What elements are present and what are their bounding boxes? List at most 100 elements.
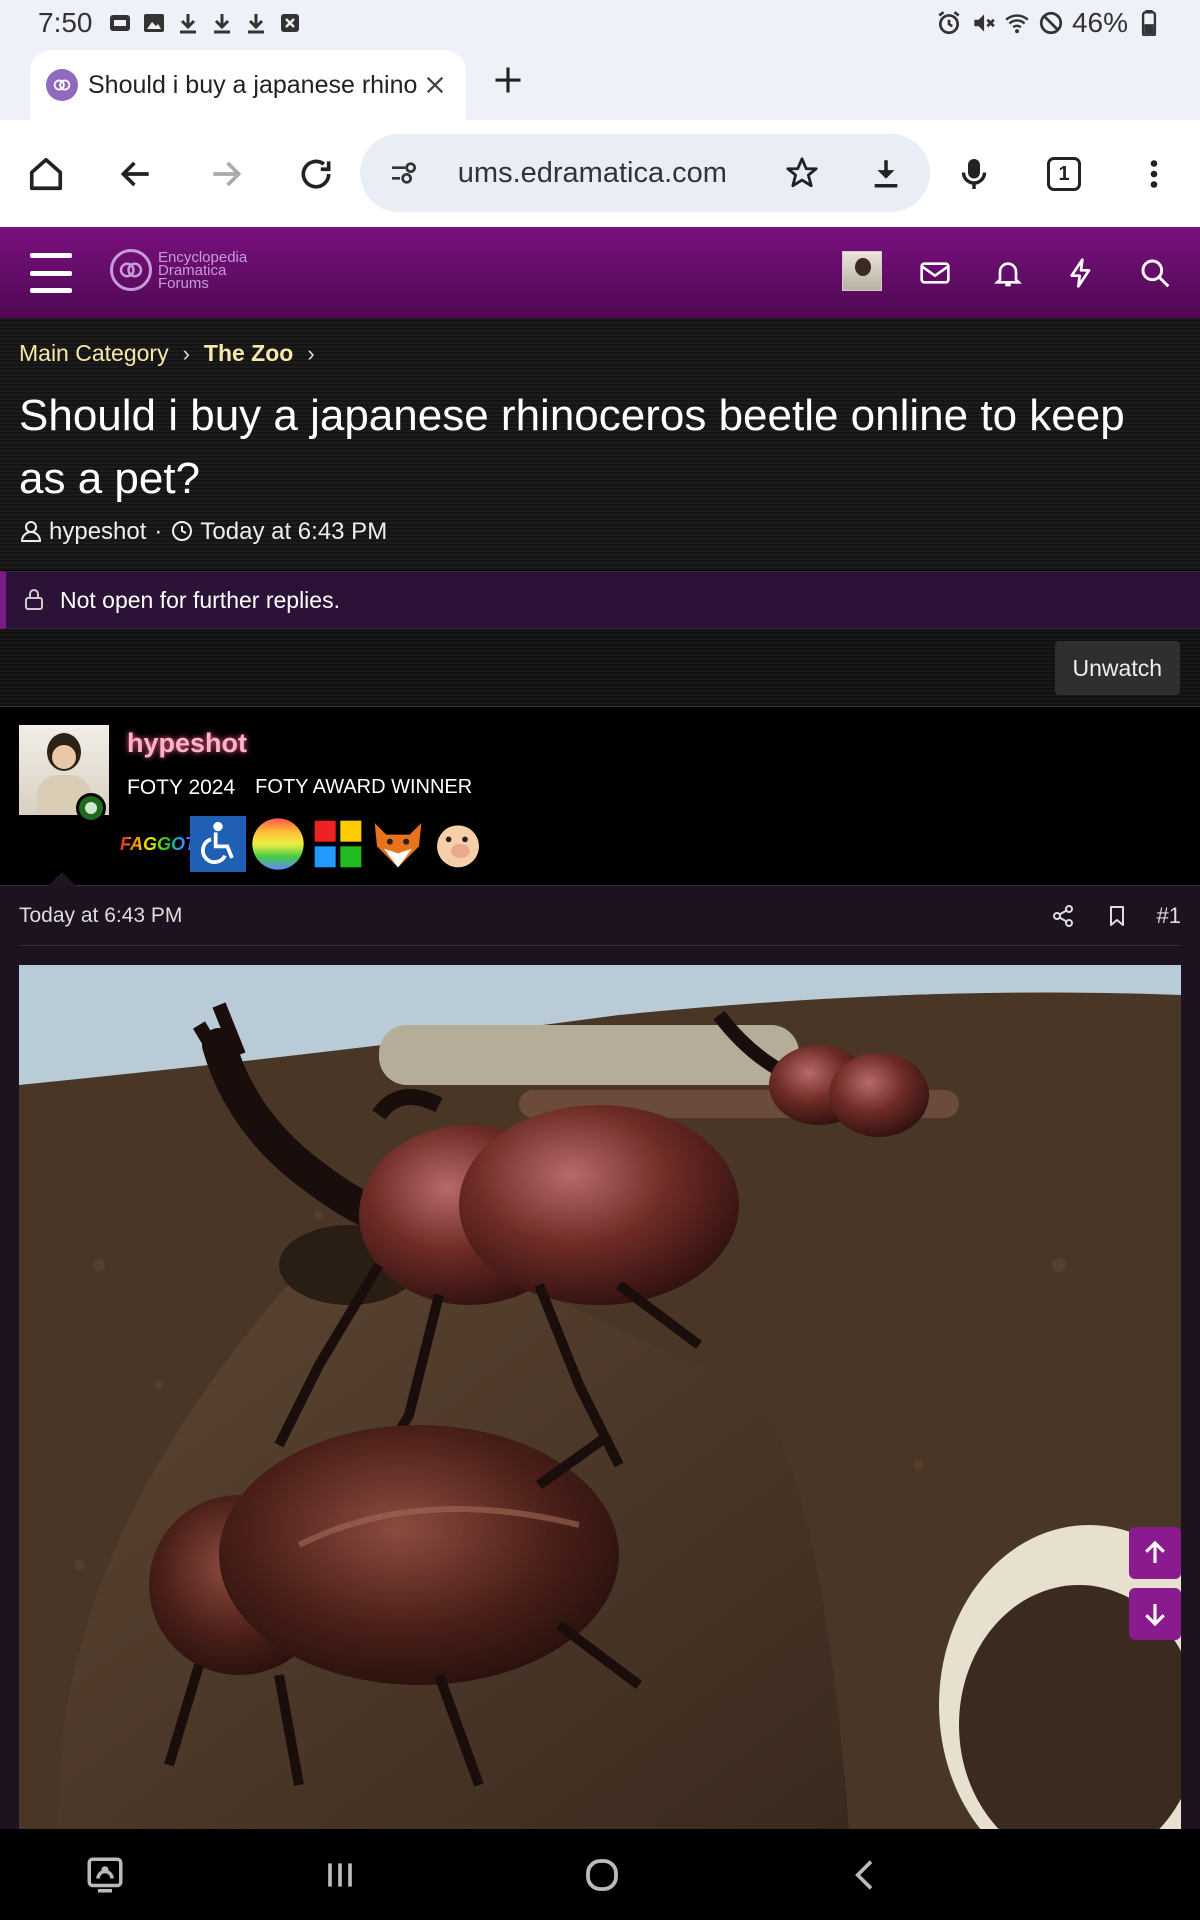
search-icon[interactable] xyxy=(1133,251,1177,295)
site-settings-icon[interactable] xyxy=(382,151,426,195)
arrow-up-icon xyxy=(1145,1540,1165,1563)
reload-button[interactable] xyxy=(290,148,342,200)
screenshot-icon xyxy=(107,10,133,36)
menu-icon[interactable] xyxy=(30,253,72,293)
tab-switcher-button[interactable]: 1 xyxy=(1038,148,1090,200)
tab-title: Should i buy a japanese rhinoceros beetl… xyxy=(88,70,418,99)
tab-count: 1 xyxy=(1047,157,1081,191)
user-banner: FOTY AWARD WINNER xyxy=(255,776,473,798)
voice-search-button[interactable] xyxy=(948,148,1000,200)
post-username[interactable]: hypeshot xyxy=(127,728,247,759)
unwatch-button[interactable]: Unwatch xyxy=(1054,641,1180,695)
locked-notice: Not open for further replies. xyxy=(0,571,1200,629)
home-nav-button[interactable] xyxy=(574,1847,630,1903)
recent-apps-button[interactable] xyxy=(312,1847,368,1903)
site-logo[interactable]: Encyclopedia Dramatica Forums xyxy=(110,249,247,291)
post-actions: #1 xyxy=(1049,902,1181,930)
puzzle-piece-badge-icon xyxy=(310,816,366,872)
rhinoceros-beetles-image xyxy=(19,965,1181,1829)
close-tab-icon[interactable] xyxy=(420,70,450,100)
home-icon xyxy=(29,157,63,191)
user-block-caret xyxy=(48,872,76,886)
screen-share-button[interactable] xyxy=(77,1847,133,1903)
status-bar: 7:50 46% xyxy=(0,0,1200,46)
breadcrumb-main-category[interactable]: Main Category xyxy=(19,340,169,367)
arrow-right-icon xyxy=(213,161,242,187)
thread-author[interactable]: hypeshot xyxy=(49,518,146,546)
forward-button[interactable] xyxy=(200,148,252,200)
post-date[interactable]: Today at 6:43 PM xyxy=(19,904,182,928)
bell-icon[interactable] xyxy=(986,251,1030,295)
arrow-down-icon xyxy=(1145,1604,1165,1627)
plus-icon xyxy=(495,67,521,93)
inbox-icon[interactable] xyxy=(913,251,957,295)
text-badge: FAGGOT xyxy=(120,816,196,872)
lock-icon xyxy=(22,587,48,613)
wifi-icon xyxy=(1004,10,1030,36)
bookmark-star-icon[interactable] xyxy=(780,151,824,195)
share-icon[interactable] xyxy=(1049,902,1077,930)
browser-tab[interactable]: Should i buy a japanese rhinoceros beetl… xyxy=(30,50,466,120)
fox-badge-icon xyxy=(370,816,426,872)
scroll-down-button[interactable] xyxy=(1129,1588,1181,1640)
page-title: Should i buy a japanese rhinoceros beetl… xyxy=(19,391,1125,503)
user-titles: FOTY 2024 FOTY AWARD WINNER xyxy=(127,776,472,800)
thread-meta: hypeshot · Today at 6:43 PM xyxy=(19,518,387,546)
battery-icon xyxy=(1136,10,1162,36)
status-notification-icons xyxy=(107,10,303,36)
screen-share-icon xyxy=(87,1857,123,1893)
download-icon xyxy=(209,10,235,36)
post-number-link[interactable]: #1 xyxy=(1157,903,1181,929)
post: Today at 6:43 PM #1 xyxy=(0,886,1200,1829)
back-chevron-icon xyxy=(855,1860,873,1890)
post-user-block: hypeshot FOTY 2024 FOTY AWARD WINNER FAG… xyxy=(0,708,1200,886)
back-nav-button[interactable] xyxy=(838,1847,894,1903)
image-icon xyxy=(141,10,167,36)
android-nav-bar xyxy=(0,1829,1200,1920)
wheelchair-badge-icon xyxy=(190,816,246,872)
status-time: 7:50 xyxy=(38,7,93,38)
new-tab-button[interactable] xyxy=(488,60,528,100)
status-system-icons: 46% xyxy=(936,7,1162,39)
clock-icon xyxy=(170,519,196,545)
thread-action-row: Unwatch xyxy=(0,629,1200,707)
post-image[interactable] xyxy=(19,965,1181,1829)
account-avatar[interactable] xyxy=(842,251,882,291)
download-page-icon[interactable] xyxy=(864,151,908,195)
back-button[interactable] xyxy=(110,148,162,200)
bookmark-icon[interactable] xyxy=(1103,902,1131,930)
logo-line: Forums xyxy=(158,274,209,292)
url-text[interactable]: ums.edramatica.com xyxy=(458,157,757,190)
lightning-icon[interactable] xyxy=(1059,251,1103,295)
home-button[interactable] xyxy=(20,148,72,200)
rainbow-ball-badge-icon xyxy=(250,816,306,872)
browser-toolbar: ums.edramatica.com 1 xyxy=(0,120,1200,227)
reload-icon xyxy=(301,159,331,189)
do-not-disturb-icon xyxy=(1038,10,1064,36)
user-icon xyxy=(19,519,45,545)
scroll-up-button[interactable] xyxy=(1129,1527,1181,1579)
site-header: Encyclopedia Dramatica Forums xyxy=(0,227,1200,318)
address-bar[interactable]: ums.edramatica.com xyxy=(360,134,930,212)
browser-menu-button[interactable] xyxy=(1128,148,1180,200)
alarm-icon xyxy=(936,10,962,36)
user-badges: FAGGOT xyxy=(120,816,486,872)
thread-date[interactable]: Today at 6:43 PM xyxy=(200,518,387,546)
site-favicon-icon xyxy=(46,69,78,101)
online-status-icon xyxy=(76,793,106,823)
logo-text: Encyclopedia Dramatica Forums xyxy=(158,250,247,292)
home-circle-icon xyxy=(586,1859,618,1891)
battery-percent: 46% xyxy=(1071,7,1128,38)
user-title: FOTY 2024 xyxy=(127,776,236,799)
thread-header: Main Category › The Zoo › Should i buy a… xyxy=(0,318,1200,570)
download-icon xyxy=(175,10,201,36)
mute-icon xyxy=(970,10,996,36)
locked-notice-text: Not open for further replies. xyxy=(60,586,340,613)
meta-separator: · xyxy=(154,518,163,545)
breadcrumb-the-zoo[interactable]: The Zoo xyxy=(204,340,293,367)
breadcrumb: Main Category › The Zoo › xyxy=(19,340,329,367)
chevron-right-icon: › xyxy=(307,340,315,366)
microphone-icon xyxy=(961,159,987,189)
recents-icon xyxy=(328,1863,352,1887)
badge-text: FAGGOT xyxy=(120,833,196,854)
